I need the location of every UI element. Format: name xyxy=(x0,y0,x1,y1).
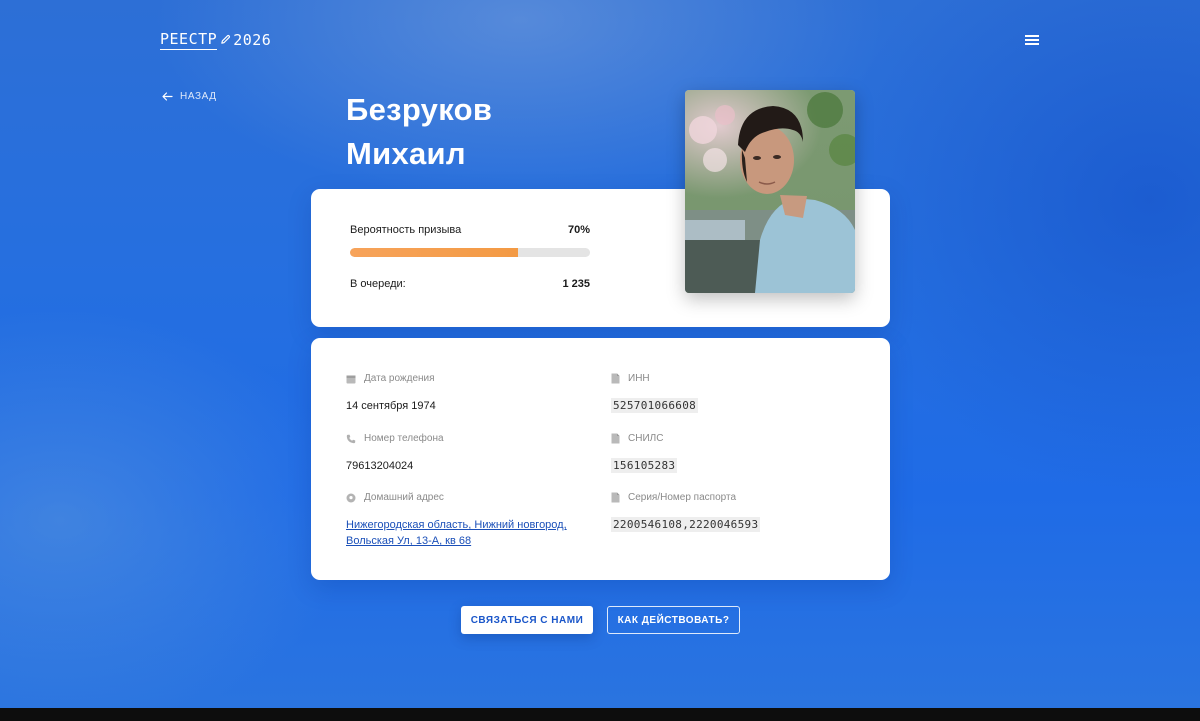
passport-label: Серия/Номер паспорта xyxy=(628,492,737,503)
page-background: РЕЕСТР 2026 НАЗАД Безруков Михаил Вероят… xyxy=(0,0,1200,708)
passport-value: 2200546108,2220046593 xyxy=(611,517,761,532)
inn-value: 525701066608 xyxy=(611,398,699,413)
calendar-icon xyxy=(346,374,356,384)
probability-value: 70% xyxy=(567,224,590,236)
phone-label: Номер телефона xyxy=(364,433,444,444)
passport-field: Серия/Номер паспорта 2200546108,22200465… xyxy=(611,492,761,533)
snils-label: СНИЛС xyxy=(628,433,664,444)
phone-icon xyxy=(346,434,356,444)
queue-value: 1 235 xyxy=(562,278,590,290)
location-pin-icon xyxy=(346,493,356,503)
how-to-act-button[interactable]: КАК ДЕЙСТВОВАТЬ? xyxy=(607,606,740,634)
probability-bar xyxy=(350,248,590,257)
address-link[interactable]: Нижегородская область, Нижний новгород, … xyxy=(346,517,567,549)
document-icon xyxy=(611,433,620,444)
birth-date-field: Дата рождения 14 сентября 1974 xyxy=(346,373,436,414)
logo-text: РЕЕСТР xyxy=(160,30,218,50)
address-line1: Нижегородская область, Нижний новгород, xyxy=(346,519,567,531)
birth-date-label: Дата рождения xyxy=(364,373,435,384)
address-line2: Вольская Ул, 13-А, кв 68 xyxy=(346,535,472,547)
document-icon xyxy=(611,492,620,503)
hamburger-menu-icon[interactable] xyxy=(1025,35,1039,47)
birth-date-value: 14 сентября 1974 xyxy=(346,400,436,412)
details-card: Дата рождения 14 сентября 1974 Номер тел… xyxy=(311,338,890,580)
probability-bar-fill xyxy=(350,248,518,257)
inn-field: ИНН 525701066608 xyxy=(611,373,699,414)
probability-row: Вероятность призыва 70% xyxy=(350,224,590,236)
address-label: Домашний адрес xyxy=(364,492,444,503)
snils-value: 156105283 xyxy=(611,458,678,473)
snils-field: СНИЛС 156105283 xyxy=(611,433,678,474)
queue-label: В очереди: xyxy=(350,278,406,290)
queue-row: В очереди: 1 235 xyxy=(350,278,590,290)
back-label: НАЗАД xyxy=(180,91,217,102)
back-link[interactable]: НАЗАД xyxy=(162,91,217,102)
pencil-icon xyxy=(220,31,231,49)
portrait-photo xyxy=(685,90,855,293)
document-icon xyxy=(611,373,620,384)
address-field: Домашний адрес Нижегородская область, Ни… xyxy=(346,492,567,549)
logo[interactable]: РЕЕСТР 2026 xyxy=(160,30,271,50)
person-name: Безруков Михаил xyxy=(346,88,492,176)
contact-us-button[interactable]: СВЯЗАТЬСЯ С НАМИ xyxy=(461,606,593,634)
last-name: Безруков xyxy=(346,92,493,127)
inn-label: ИНН xyxy=(628,373,650,384)
phone-value: 79613204024 xyxy=(346,460,414,472)
logo-year: 2026 xyxy=(233,31,272,49)
phone-field: Номер телефона 79613204024 xyxy=(346,433,444,474)
probability-label: Вероятность призыва xyxy=(350,224,462,236)
arrow-left-icon xyxy=(162,92,173,101)
first-name: Михаил xyxy=(346,136,466,171)
